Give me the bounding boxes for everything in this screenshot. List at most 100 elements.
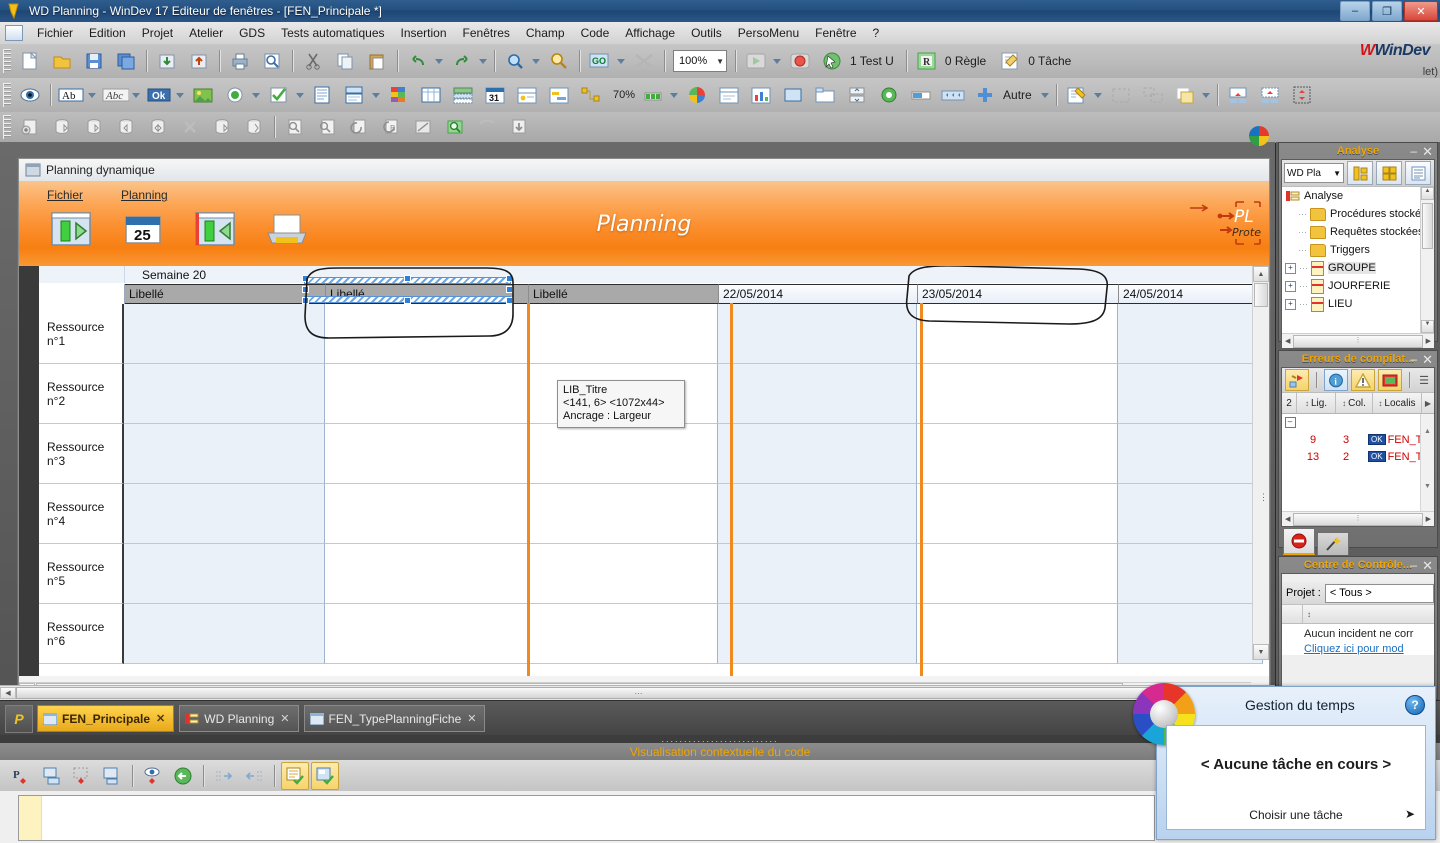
system-menu-icon[interactable] — [5, 25, 23, 41]
planning-cell[interactable] — [718, 604, 917, 664]
wizard-icon[interactable] — [1062, 80, 1092, 110]
tree-node-requetes-stockees[interactable]: ⋯ Requêtes stockées — [1282, 223, 1434, 241]
code-back-icon[interactable] — [169, 762, 197, 790]
anchor-top-icon[interactable] — [1223, 80, 1253, 110]
resize-handle-bc[interactable] — [404, 297, 411, 304]
table-row[interactable]: Ressource n°4 — [39, 484, 1269, 544]
anchor-all-icon[interactable] — [1287, 80, 1317, 110]
planning-cell[interactable] — [528, 424, 718, 484]
list-field-icon[interactable] — [308, 80, 338, 110]
column-header-date-1[interactable]: 22/05/2014 — [719, 284, 918, 304]
anchor-center-icon[interactable] — [1255, 80, 1285, 110]
planning-next-icon[interactable] — [189, 206, 241, 252]
opacity-dropdown-icon[interactable] — [670, 92, 679, 98]
code-project-icon[interactable]: P — [8, 762, 36, 790]
toolbar-grip[interactable] — [3, 115, 11, 139]
planning-cell[interactable] — [917, 544, 1118, 604]
copy-icon[interactable] — [330, 46, 360, 76]
chevron-down-icon[interactable]: ▼ — [1333, 169, 1341, 178]
warning-icon[interactable] — [1351, 369, 1375, 391]
analysis-search-icon[interactable] — [440, 112, 470, 142]
menu-item-atelier[interactable]: Atelier — [181, 24, 231, 42]
eye-icon[interactable] — [15, 80, 45, 110]
test-unitaire-icon[interactable] — [817, 46, 847, 76]
checkbox-dropdown-icon[interactable] — [296, 92, 304, 98]
planning-print-icon[interactable] — [261, 206, 313, 252]
tree-node-procedures-stockees[interactable]: ⋯ Procédures stockée — [1282, 205, 1434, 223]
column-splitter[interactable] — [730, 303, 733, 676]
tree-node-lieu[interactable]: + ⋯ LIEU — [1282, 295, 1434, 313]
code-editor[interactable] — [18, 795, 1155, 841]
errors-col-lig[interactable]: ↕ Lig. — [1297, 393, 1336, 413]
scroll-right-arrow[interactable]: ▶ — [1426, 515, 1434, 523]
table-row[interactable]: Ressource n°1 — [39, 304, 1269, 364]
errors-horizontal-scrollbar[interactable]: ◀ ⋮ ▶ — [1282, 511, 1434, 526]
redo-icon[interactable] — [447, 46, 477, 76]
opacity-icon[interactable] — [638, 80, 668, 110]
redo-dropdown-icon[interactable] — [479, 58, 487, 64]
resize-handle-bl[interactable] — [302, 297, 309, 304]
menu-item-fenetre[interactable]: Fenêtre — [807, 24, 864, 42]
new-icon[interactable] — [15, 46, 45, 76]
menu-item-fenetres[interactable]: Fenêtres — [455, 24, 518, 42]
planning-cell[interactable] — [124, 604, 325, 664]
tree-node-analyse[interactable]: Analyse — [1282, 187, 1434, 205]
code-eye-icon[interactable] — [139, 762, 167, 790]
run-icon[interactable] — [741, 46, 771, 76]
sort-icon[interactable]: ↕ — [1303, 605, 1434, 623]
menu-item-gds[interactable]: GDS — [231, 24, 273, 42]
minimize-icon[interactable]: – — [1410, 145, 1417, 157]
mdi-horizontal-scrollbar[interactable]: ◀ ⋯ — [0, 685, 1275, 700]
chevron-down-icon[interactable]: ▼ — [716, 57, 724, 66]
resize-handle-ml[interactable] — [302, 286, 309, 293]
scroll-thumb[interactable] — [1422, 203, 1433, 249]
looper-field-icon[interactable] — [448, 80, 478, 110]
planning-cell[interactable] — [1118, 604, 1263, 664]
close-icon[interactable]: ✕ — [1422, 353, 1433, 366]
scroll-left-arrow[interactable]: ◀ — [1282, 515, 1290, 523]
menu-item-help[interactable]: ? — [865, 24, 888, 42]
stop-go-icon[interactable] — [629, 46, 659, 76]
color-wheel-icon[interactable] — [682, 80, 712, 110]
tree-node-groupe[interactable]: + ⋯ GROUPE — [1282, 259, 1434, 277]
resize-handle-tc[interactable] — [404, 275, 411, 282]
table-row[interactable]: 13 2 OK FEN_T — [1282, 448, 1434, 465]
menu-item-projet[interactable]: Projet — [134, 24, 181, 42]
planning-cell[interactable] — [325, 604, 528, 664]
find-dropdown-icon[interactable] — [532, 58, 540, 64]
scroll-down-arrow[interactable]: ▼ — [1421, 320, 1434, 333]
refresh-record-icon[interactable] — [344, 112, 374, 142]
scroll-thumb[interactable]: ⋮ — [1293, 512, 1423, 526]
planning-cell[interactable] — [528, 304, 718, 364]
planning-cell[interactable] — [718, 484, 917, 544]
errors-col-col[interactable]: ↕ Col. — [1336, 393, 1373, 413]
tab-wd-planning[interactable]: WD Planning ✕ — [179, 705, 299, 732]
planning-previous-icon[interactable] — [45, 206, 97, 252]
slider-field-icon[interactable] — [874, 80, 904, 110]
paste-icon[interactable] — [362, 46, 392, 76]
chart-field-icon[interactable] — [746, 80, 776, 110]
tab-field-icon[interactable] — [810, 80, 840, 110]
planning-cell[interactable] — [917, 364, 1118, 424]
record-icon[interactable] — [785, 46, 815, 76]
progress-field-icon[interactable] — [906, 80, 936, 110]
close-icon[interactable]: ✕ — [280, 712, 289, 725]
add-other-icon[interactable] — [970, 80, 1000, 110]
column-splitter[interactable] — [920, 303, 923, 676]
analyse-view-grid-button[interactable] — [1376, 161, 1402, 185]
zoom-combobox[interactable]: 100% ▼ — [673, 50, 727, 72]
code-selection-icon[interactable] — [68, 762, 96, 790]
close-icon[interactable]: ✕ — [1422, 559, 1433, 572]
scroll-thumb[interactable] — [1254, 283, 1268, 307]
maximize-button[interactable]: ❐ — [1372, 1, 1402, 21]
button-dropdown-icon[interactable] — [176, 92, 184, 98]
planning-cell[interactable] — [124, 364, 325, 424]
db-prev-icon[interactable] — [111, 112, 141, 142]
scroll-thumb[interactable]: ⋮ — [1293, 334, 1423, 348]
hyperfile-new-icon[interactable] — [15, 112, 45, 142]
tab-fen-principale[interactable]: FEN_Principale ✕ — [37, 705, 175, 732]
planning-cell[interactable] — [917, 484, 1118, 544]
errors-col-localisation[interactable]: ↕ Localis — [1373, 393, 1422, 413]
errors-group-row[interactable]: – — [1282, 414, 1434, 431]
planning-cell[interactable] — [124, 544, 325, 604]
